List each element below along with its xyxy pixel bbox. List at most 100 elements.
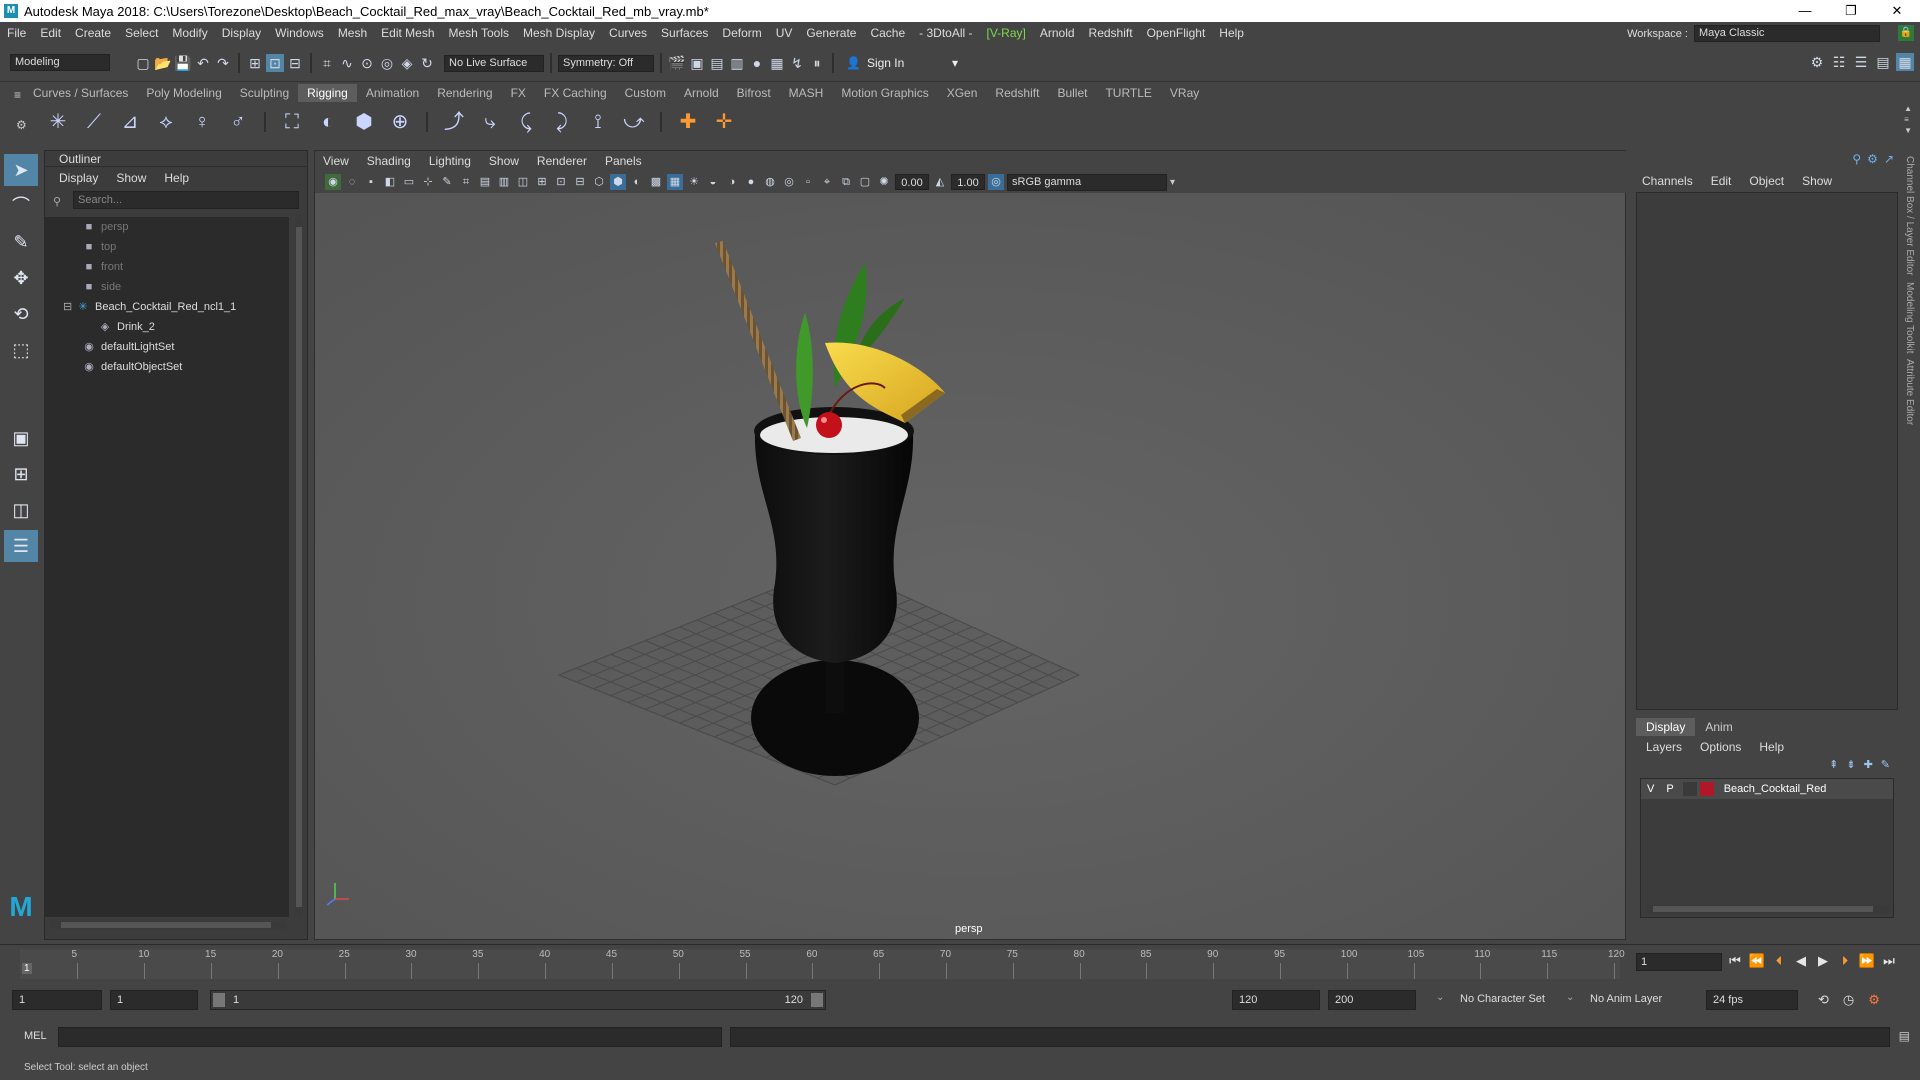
live-surface-field[interactable]: No Live Surface	[444, 54, 544, 72]
shelf-tab-fx-caching[interactable]: FX Caching	[535, 84, 616, 102]
scale-tool-icon[interactable]: ⬚	[4, 334, 38, 366]
ipr-render-icon[interactable]: ▤	[708, 54, 726, 72]
side-tab-channel-box[interactable]: Channel Box / Layer Editor	[1904, 156, 1915, 276]
filter-icon[interactable]: ⚲	[53, 195, 61, 208]
four-view-layout-icon[interactable]: ⊞	[4, 458, 38, 490]
menu-deform[interactable]: Deform	[715, 26, 768, 40]
go-to-end-icon[interactable]: ⏭	[1880, 953, 1898, 969]
fps-select[interactable]: 24 fps	[1706, 990, 1798, 1010]
layer-list-scrollbar[interactable]	[1645, 905, 1889, 913]
channel-box-content[interactable]	[1636, 192, 1898, 710]
shadows-icon[interactable]: ☀	[686, 174, 702, 190]
use-all-lights-icon[interactable]: ▦	[667, 174, 683, 190]
select-tool-icon[interactable]: ➤	[4, 154, 38, 186]
shelf-tab-vray[interactable]: VRay	[1161, 84, 1208, 102]
shelf-options-icon[interactable]: ≡	[14, 88, 21, 102]
minimize-button[interactable]: —	[1782, 0, 1828, 22]
playback-end-field[interactable]: 120	[1232, 990, 1320, 1010]
orient-joint-icon[interactable]: ⟡	[152, 108, 180, 136]
script-editor-icon[interactable]: ▤	[1899, 1029, 1910, 1043]
channel-box-toggle-icon[interactable]: ▤	[1874, 53, 1892, 71]
mode-select[interactable]: Modeling	[10, 54, 110, 71]
rotate-tool-icon[interactable]: ⟲	[4, 298, 38, 330]
redo-icon[interactable]: ↷	[214, 54, 232, 72]
insert-joint-icon[interactable]: ⟋	[80, 108, 108, 136]
menu-arnold[interactable]: Arnold	[1033, 26, 1082, 40]
list-item[interactable]: ⊟ ✳ Beach_Cocktail_Red_ncl1_1	[45, 297, 289, 317]
layer-menu-help[interactable]: Help	[1759, 740, 1784, 754]
viewport-menu-panels[interactable]: Panels	[605, 154, 642, 168]
quick-rig-icon[interactable]: ♀	[188, 108, 216, 136]
shelf-tab-rendering[interactable]: Rendering	[428, 84, 501, 102]
gate-mask-icon[interactable]: ◫	[515, 174, 531, 190]
viewport-menu-lighting[interactable]: Lighting	[429, 154, 471, 168]
select-object-icon[interactable]: ⊡	[266, 54, 284, 72]
snap-surface-icon[interactable]: ◈	[398, 54, 416, 72]
shelf-tab-bullet[interactable]: Bullet	[1048, 84, 1096, 102]
snap-curve-icon[interactable]: ∿	[338, 54, 356, 72]
blend-shape-icon[interactable]: ⤻	[620, 108, 648, 136]
playback-start-field[interactable]: 1	[110, 990, 198, 1010]
character-set-icon[interactable]: ⌄	[1436, 992, 1444, 1003]
menu-edit-mesh[interactable]: Edit Mesh	[374, 26, 441, 40]
layer-editor-toggle-icon[interactable]: ▦	[1896, 53, 1914, 71]
select-camera-icon[interactable]: ◉	[325, 174, 341, 190]
lasso-tool-icon[interactable]: ⌒	[4, 190, 38, 222]
menu-3dtoall[interactable]: - 3DtoAll -	[912, 26, 979, 40]
snap-grid-icon[interactable]: ⌗	[318, 54, 336, 72]
animation-start-field[interactable]: 1	[12, 990, 102, 1010]
modeling-toolkit-icon[interactable]: ⚙	[1808, 53, 1826, 71]
command-input[interactable]	[58, 1027, 722, 1047]
shelf-tab-rigging[interactable]: Rigging	[298, 84, 357, 102]
color-management-icon[interactable]: ◎	[988, 174, 1004, 190]
outliner-layout-icon[interactable]: ☰	[4, 530, 38, 562]
new-layer-selected-icon[interactable]: ✎	[1881, 758, 1890, 771]
layer-tab-display[interactable]: Display	[1636, 718, 1696, 736]
shelf-tab-turtle[interactable]: TURTLE	[1096, 84, 1160, 102]
time-ruler[interactable]: 1 5 10 15 20 25 30 35 40 45 50 55 60 65 70 75 80 85 90 95 1…	[20, 949, 1625, 979]
save-scene-icon[interactable]: 💾	[174, 54, 192, 72]
sculpt-deformer-icon[interactable]: ⟟	[584, 108, 612, 136]
shelf-tab-fx[interactable]: FX	[502, 84, 535, 102]
safe-action-icon[interactable]: ⊡	[553, 174, 569, 190]
shelf-tab-animation[interactable]: Animation	[357, 84, 428, 102]
safe-title-icon[interactable]: ⊟	[572, 174, 588, 190]
channel-menu-edit[interactable]: Edit	[1711, 174, 1732, 188]
default-material-icon[interactable]: ◐	[629, 174, 645, 190]
single-view-layout-icon[interactable]: ▣	[4, 422, 38, 454]
lock-icon[interactable]: 🔒	[1898, 25, 1914, 41]
wire-tool-icon[interactable]: ⤸	[548, 108, 576, 136]
hypershade-icon[interactable]: ●	[748, 54, 766, 72]
open-scene-icon[interactable]: 📂	[154, 54, 172, 72]
step-forward-frame-icon[interactable]: ⏵	[1836, 953, 1854, 969]
menu-uv[interactable]: UV	[769, 26, 800, 40]
list-item[interactable]: ■ persp	[45, 217, 289, 237]
color-space-select[interactable]: sRGB gamma	[1007, 173, 1167, 191]
outliner-horizontal-scrollbar[interactable]	[51, 921, 287, 929]
snap-view-icon[interactable]: ◎	[378, 54, 396, 72]
channel-menu-show[interactable]: Show	[1802, 174, 1832, 188]
outliner-menu-help[interactable]: Help	[164, 171, 189, 185]
shelf-tab-xgen[interactable]: XGen	[938, 84, 987, 102]
shelf-tab-bifrost[interactable]: Bifrost	[728, 84, 780, 102]
shelf-scroll-up-icon[interactable]: ▲	[1904, 104, 1912, 113]
side-by-side-layout-icon[interactable]: ◫	[4, 494, 38, 526]
channel-box-pin-icon[interactable]: ⚲	[1852, 152, 1861, 166]
collapse-icon[interactable]: ⊟	[63, 297, 75, 317]
menu-edit[interactable]: Edit	[33, 26, 68, 40]
shelf-settings-icon[interactable]: ⚙	[16, 118, 27, 132]
outliner-search-input[interactable]: Search...	[73, 191, 299, 209]
menu-generate[interactable]: Generate	[799, 26, 863, 40]
list-item[interactable]: ■ side	[45, 277, 289, 297]
grid-icon[interactable]: ⌗	[458, 174, 474, 190]
image-plane-icon[interactable]: ▭	[401, 174, 417, 190]
step-back-frame-icon[interactable]: ⏴	[1770, 953, 1788, 969]
animation-end-field[interactable]: 200	[1328, 990, 1416, 1010]
outliner-menu-display[interactable]: Display	[59, 171, 98, 185]
layer-playback-toggle[interactable]: P	[1660, 783, 1679, 795]
viewport-menu-shading[interactable]: Shading	[367, 154, 411, 168]
channel-box-settings-icon[interactable]: ⚙	[1867, 152, 1878, 166]
camera-attributes-icon[interactable]: ◧	[382, 174, 398, 190]
shelf-tab-motion-graphics[interactable]: Motion Graphics	[832, 84, 937, 102]
ik-spline-icon[interactable]: ⤷	[476, 108, 504, 136]
